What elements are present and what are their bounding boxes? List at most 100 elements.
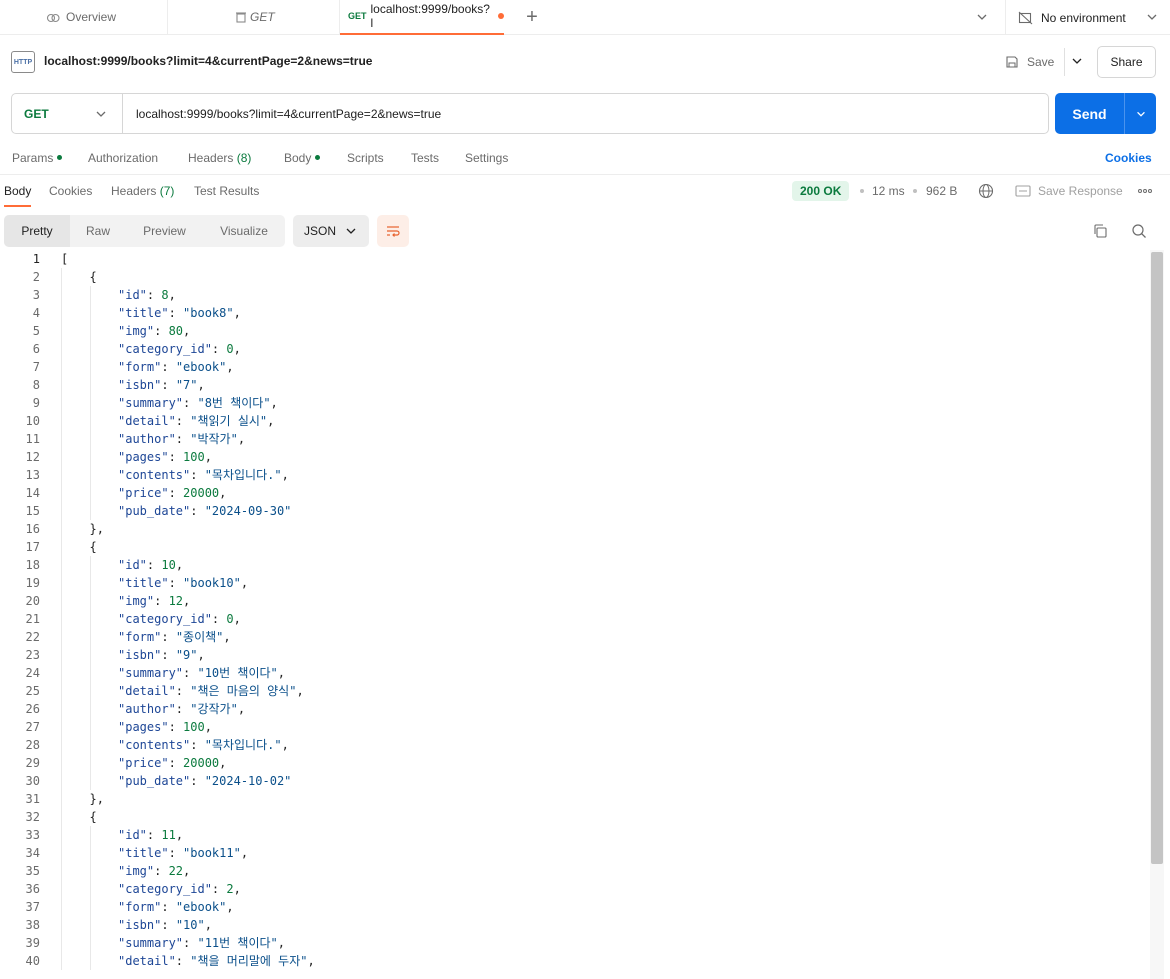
copy-icon[interactable] [1092,223,1108,239]
line-number: 28 [25,738,40,752]
chevron-down-icon[interactable] [975,10,989,24]
line-number: 33 [25,828,40,842]
share-button[interactable]: Share [1097,46,1156,78]
line-number: 10 [25,414,40,428]
line-number: 5 [32,324,40,338]
new-tab-plus-icon[interactable]: + [522,7,542,28]
cookies-link[interactable]: Cookies [1105,151,1152,165]
response-tab-body[interactable]: Body [4,184,32,207]
format-select[interactable]: JSON [293,215,369,247]
save-icon [1006,56,1018,68]
code-text: "pub_date": "2024-09-30" [118,504,292,518]
scrollbar-thumb[interactable] [1151,252,1163,864]
response-headers-count: (7) [159,184,175,198]
code-text: "id": 11, [118,828,184,842]
code-line: 32 { [0,808,1150,826]
line-number: 23 [25,648,40,662]
headers-count: (8) [236,151,252,165]
mode-pretty[interactable]: Pretty [4,215,70,247]
save-button[interactable]: Save [1005,46,1065,78]
more-options-icon[interactable] [1137,184,1153,198]
line-number: 35 [25,864,40,878]
view-mode-toggle: Pretty Raw Preview Visualize [4,215,285,247]
code-text: "author": "강작가", [118,702,246,716]
line-number: 3 [32,288,40,302]
line-number: 25 [25,684,40,698]
code-line: 36 "category_id": 2, [0,880,1150,898]
tab-tests[interactable]: Tests [411,151,439,165]
line-number: 38 [25,918,40,932]
globe-icon[interactable] [978,183,994,199]
url-input[interactable]: localhost:9999/books?limit=4&currentPage… [136,107,441,121]
line-number: 21 [25,612,40,626]
tab-params[interactable]: Params [12,151,63,165]
tab-active-request[interactable]: GET localhost:9999/books?l [340,0,504,35]
environment-select[interactable]: No environment [1018,0,1126,35]
code-line: 30 "pub_date": "2024-10-02" [0,772,1150,790]
save-response-button[interactable]: Save Response [1015,184,1123,198]
line-number: 30 [25,774,40,788]
tab-overview-label: Overview [66,10,117,24]
line-number: 31 [25,792,40,806]
send-button[interactable]: Send [1055,93,1156,134]
line-number: 14 [25,486,40,500]
save-options-chevron-down-icon[interactable] [1070,54,1084,68]
line-number: 24 [25,666,40,680]
tab-overview[interactable]: Overview [0,0,168,35]
line-number: 37 [25,900,40,914]
code-line: 23 "isbn": "9", [0,646,1150,664]
tab-scripts[interactable]: Scripts [347,151,384,165]
code-text: "summary": "11번 책이다", [118,936,286,950]
response-size[interactable]: 962 B [926,184,957,198]
tab-get[interactable]: GET [168,0,340,35]
method-select[interactable]: GET [12,94,123,133]
tab-authorization[interactable]: Authorization [88,151,158,165]
mode-visualize[interactable]: Visualize [203,215,285,247]
tab-body-label: Body [284,151,312,165]
code-line: 35 "img": 22, [0,862,1150,880]
code-text: { [89,540,97,554]
tab-body[interactable]: Body [284,151,321,165]
response-tab-headers[interactable]: Headers (7) [111,184,174,198]
line-number: 18 [25,558,40,572]
tab-settings[interactable]: Settings [465,151,508,165]
line-number: 19 [25,576,40,590]
code-line: 19 "title": "book10", [0,574,1150,592]
code-line: 22 "form": "종이책", [0,628,1150,646]
code-line: 6 "category_id": 0, [0,340,1150,358]
status-badge[interactable]: 200 OK [792,181,850,201]
search-icon[interactable] [1131,223,1147,239]
tab-params-label: Params [12,151,54,165]
line-number: 8 [32,378,40,392]
tab-headers[interactable]: Headers (8) [188,151,251,165]
code-text: "summary": "8번 책이다", [118,396,278,410]
response-tab-test-results[interactable]: Test Results [194,184,259,198]
http-icon: HTTP [11,51,35,73]
code-text: "img": 12, [118,594,191,608]
environment-chevron-down-icon[interactable] [1145,10,1159,24]
code-line: 39 "summary": "11번 책이다", [0,934,1150,952]
send-options-chevron-down-icon[interactable] [1125,108,1156,120]
response-time[interactable]: 12 ms [872,184,905,198]
response-body-editor[interactable]: 1[2{3 "id": 8, 4 "title": "book8", 5 "img": 8… [0,250,1150,979]
code-text: "detail": "책은 마음의 양식", [118,684,304,698]
mode-raw[interactable]: Raw [70,215,126,247]
unsaved-dot [498,13,504,19]
code-text: "form": "ebook", [118,900,234,914]
line-number: 12 [25,450,40,464]
line-number: 7 [32,360,40,374]
environment-label: No environment [1041,10,1126,25]
code-text: "title": "book11", [118,846,249,860]
code-line: 28 "contents": "목차입니다.", [0,736,1150,754]
wrap-lines-button[interactable] [377,215,409,247]
response-tab-cookies[interactable]: Cookies [49,184,92,198]
request-title[interactable]: localhost:9999/books?limit=4&currentPage… [44,54,372,68]
wrap-lines-icon [387,226,400,237]
no-environment-icon [1018,11,1033,24]
code-line: 8 "isbn": "7", [0,376,1150,394]
mode-preview[interactable]: Preview [126,215,203,247]
line-number: 1 [32,252,40,266]
code-text: "category_id": 2, [118,882,241,896]
tab-headers-label: Headers [188,151,234,165]
line-number: 22 [25,630,40,644]
